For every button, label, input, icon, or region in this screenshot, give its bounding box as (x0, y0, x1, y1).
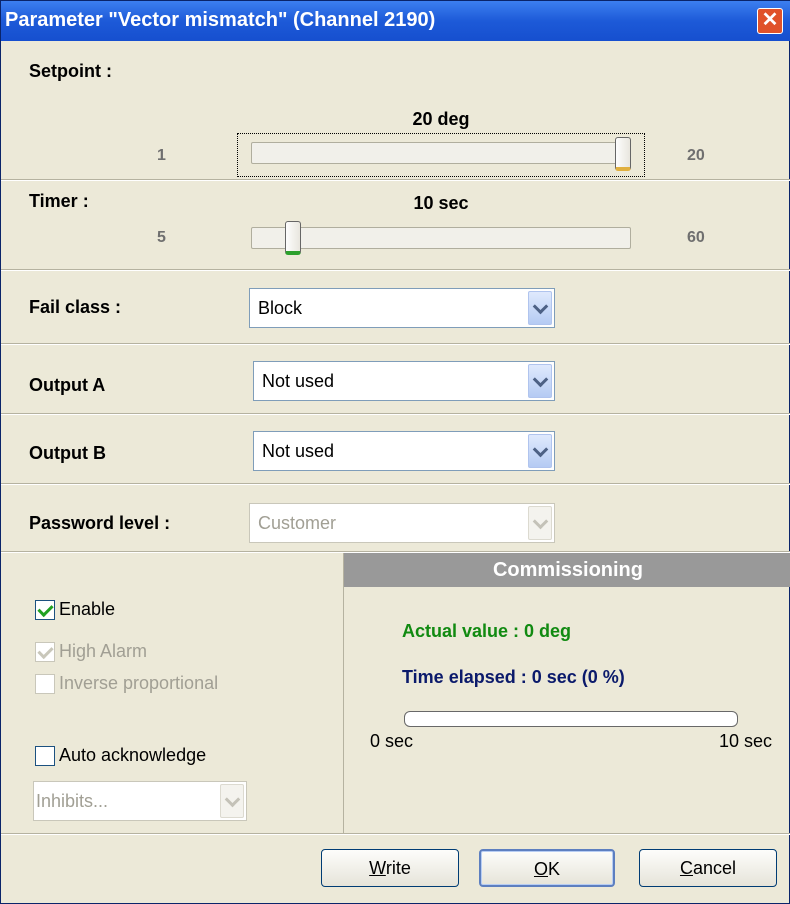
write-label-post: rite (385, 858, 411, 878)
divider (1, 179, 790, 181)
actual-value: Actual value : 0 deg (402, 621, 572, 641)
output-b-dropdown-button[interactable] (528, 434, 552, 468)
timer-min: 5 (157, 229, 166, 246)
time-elapsed-progress (404, 711, 738, 727)
auto-acknowledge-checkbox[interactable] (35, 746, 55, 766)
enable-checkbox[interactable] (35, 600, 55, 620)
divider (1, 483, 790, 485)
password-level-select: Customer (249, 503, 555, 543)
timer-slider-thumb[interactable] (285, 221, 301, 255)
cancel-label-key: C (679, 858, 693, 878)
password-level-value: Customer (258, 513, 337, 533)
title-bar[interactable]: Parameter "Vector mismatch" (Channel 219… (1, 1, 790, 41)
password-level-dropdown-button (528, 506, 552, 540)
setpoint-value: 20 deg (412, 109, 470, 129)
time-elapsed: Time elapsed : 0 sec (0 %) (402, 667, 625, 687)
divider (1, 269, 790, 271)
divider (1, 413, 790, 415)
ok-label-key: O (533, 859, 548, 879)
commissioning-panel: Commissioning Actual value : 0 deg Time … (343, 553, 790, 833)
inverse-proportional-checkbox (35, 674, 55, 694)
write-button[interactable]: Write (321, 849, 459, 887)
output-a-value: Not used (262, 371, 335, 391)
fail-class-value: Block (258, 298, 303, 318)
fail-class-select[interactable]: Block (249, 288, 555, 328)
chevron-down-icon (224, 791, 241, 808)
output-a-dropdown-button[interactable] (528, 364, 552, 398)
inverse-proportional-label: Inverse proportional (59, 673, 219, 693)
ok-button[interactable]: OK (479, 849, 615, 887)
output-b-value: Not used (262, 441, 335, 461)
enable-label: Enable (59, 599, 116, 619)
setpoint-max: 20 (687, 147, 705, 164)
timer-label: Timer : (29, 191, 89, 211)
progress-min-label: 0 sec (370, 731, 414, 751)
cancel-button[interactable]: Cancel (639, 849, 777, 887)
auto-acknowledge-label: Auto acknowledge (59, 745, 207, 765)
output-a-select[interactable]: Not used (253, 361, 555, 401)
inhibits-value: Inhibits... (36, 791, 109, 811)
timer-value: 10 sec (413, 193, 469, 213)
check-icon (37, 642, 54, 660)
cancel-label-post: ancel (692, 858, 737, 878)
output-b-select[interactable]: Not used (253, 431, 555, 471)
check-icon (37, 600, 54, 618)
commissioning-header: Commissioning (344, 553, 790, 587)
ok-label-post: K (548, 859, 561, 879)
high-alarm-label: High Alarm (59, 641, 148, 661)
inhibits-select: Inhibits... (33, 781, 247, 821)
parameter-dialog: Parameter "Vector mismatch" (Channel 219… (0, 0, 790, 904)
divider (1, 343, 790, 345)
output-a-label: Output A (29, 375, 106, 395)
fail-class-label: Fail class : (29, 297, 122, 317)
window-title: Parameter "Vector mismatch" (Channel 219… (5, 9, 436, 31)
close-button[interactable]: ✕ (757, 8, 783, 34)
setpoint-slider-thumb[interactable] (615, 137, 631, 171)
output-b-label: Output B (29, 443, 106, 463)
setpoint-slider[interactable] (251, 142, 631, 164)
write-label-key: W (369, 858, 386, 878)
chevron-down-icon (532, 441, 549, 458)
divider (1, 833, 790, 835)
timer-slider[interactable] (251, 227, 631, 249)
setpoint-min: 1 (157, 147, 166, 164)
chevron-down-icon (532, 371, 549, 388)
progress-max-label: 10 sec (718, 731, 772, 751)
high-alarm-checkbox (35, 642, 55, 662)
close-icon: ✕ (761, 9, 779, 31)
timer-max: 60 (687, 229, 705, 246)
setpoint-label: Setpoint : (29, 61, 112, 81)
chevron-down-icon (532, 513, 549, 530)
password-level-label: Password level : (29, 513, 171, 533)
fail-class-dropdown-button[interactable] (528, 291, 552, 325)
chevron-down-icon (532, 298, 549, 315)
inhibits-dropdown-button (220, 784, 244, 818)
